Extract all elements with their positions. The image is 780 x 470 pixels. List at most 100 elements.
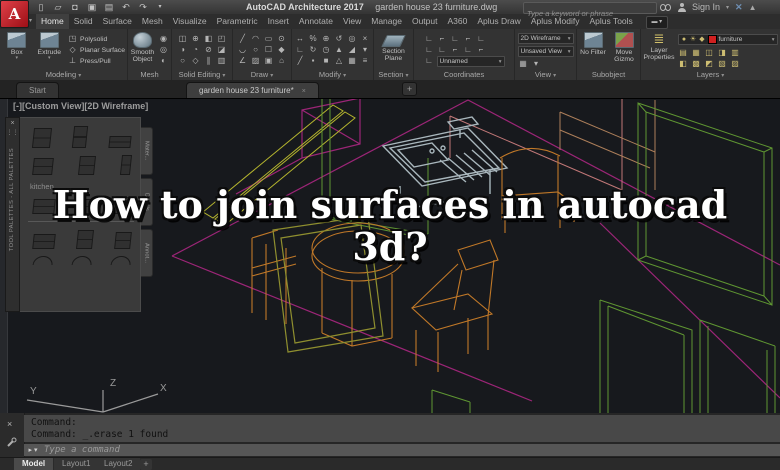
- tab-aplus-draw[interactable]: Aplus Draw: [472, 14, 525, 29]
- section-plane-button[interactable]: Section Plane: [378, 32, 409, 63]
- redo-icon[interactable]: ↷: [138, 1, 148, 13]
- layer-tool-icon[interactable]: ▧: [717, 59, 728, 69]
- palette-tab-materials[interactable]: Mater...: [141, 127, 153, 175]
- exchange-apps-icon[interactable]: ✕: [735, 2, 743, 13]
- subobject-panel-label[interactable]: Subobject: [577, 70, 640, 79]
- view-caret-icon[interactable]: ▾: [531, 59, 542, 69]
- press-pull-button[interactable]: ⊥ Press/Pull: [67, 56, 125, 66]
- modify-panel-label[interactable]: Modify ▾: [292, 70, 373, 79]
- ucs-tool-icon[interactable]: ∟: [424, 45, 435, 55]
- start-tab[interactable]: Start: [16, 82, 59, 98]
- visual-style-dropdown[interactable]: 2D Wireframe ▾: [517, 33, 574, 44]
- rectangle-icon[interactable]: ▭: [263, 34, 274, 44]
- tab-view[interactable]: View: [338, 14, 366, 29]
- palette-close-icon[interactable]: ×: [6, 120, 19, 128]
- tab-surface[interactable]: Surface: [98, 14, 137, 29]
- qat-customize-caret-icon[interactable]: ▾: [155, 1, 165, 13]
- draw-tool-icon[interactable]: ◡: [237, 45, 248, 55]
- palette-tool-cabinet2[interactable]: [76, 230, 94, 249]
- modify-caret-icon[interactable]: ▾: [360, 45, 371, 55]
- named-ucs-dropdown[interactable]: Unnamed ▾: [436, 56, 505, 67]
- ucs-tool-icon[interactable]: ∟: [424, 34, 435, 44]
- layer-tool-icon[interactable]: ◨: [717, 48, 728, 58]
- modify-tool-icon[interactable]: ╱: [295, 56, 306, 66]
- layout1-tab[interactable]: Layout1: [54, 458, 99, 470]
- hatch-icon[interactable]: ▨: [250, 56, 261, 66]
- tab-solid[interactable]: Solid: [69, 14, 98, 29]
- ucs-tool-icon[interactable]: ∟: [437, 45, 448, 55]
- scale-icon[interactable]: %: [308, 34, 319, 44]
- tab-parametric[interactable]: Parametric: [212, 14, 263, 29]
- search-input[interactable]: [524, 8, 656, 19]
- ucs-tool-icon[interactable]: ⌐: [437, 34, 448, 44]
- palette-tool-wardrobe[interactable]: [32, 199, 56, 214]
- modify-tool-icon[interactable]: ◎: [347, 34, 358, 44]
- erase-icon[interactable]: ×: [360, 34, 371, 44]
- open-icon[interactable]: ▱: [53, 1, 63, 13]
- layer-tool-icon[interactable]: ◫: [704, 48, 715, 58]
- solid-subtract-icon[interactable]: ⊕: [190, 34, 201, 44]
- command-input[interactable]: [42, 444, 780, 456]
- palette-tool-stool[interactable]: [77, 199, 93, 214]
- saved-view-dropdown[interactable]: Unsaved View ▾: [517, 46, 574, 57]
- draw-tool-icon[interactable]: ∠: [237, 56, 248, 66]
- layer-properties-button[interactable]: ≣ Layer Properties: [644, 32, 675, 62]
- solid-intersect-icon[interactable]: ◧: [203, 34, 214, 44]
- fillet-icon[interactable]: ◢: [347, 45, 358, 55]
- search-binoculars-icon[interactable]: [660, 3, 671, 11]
- ucs-tool-icon[interactable]: ⌐: [463, 34, 474, 44]
- layer-tool-icon[interactable]: ◧: [678, 59, 689, 69]
- coordinates-panel-label[interactable]: Coordinates: [414, 70, 514, 79]
- palette-tool-arc2[interactable]: [71, 256, 93, 265]
- modify-tool-icon[interactable]: ≡: [360, 56, 371, 66]
- modify-tool-icon[interactable]: ◷: [321, 45, 332, 55]
- mesh-tool-icon[interactable]: ◐: [158, 56, 169, 66]
- solid-tool-icon[interactable]: ◔: [190, 45, 201, 55]
- view-panel-label[interactable]: View ▾: [515, 70, 576, 79]
- command-options-icon[interactable]: ▸ ▾: [24, 446, 42, 454]
- layout2-tab[interactable]: Layout2: [96, 458, 141, 470]
- help-search[interactable]: [523, 2, 657, 19]
- layer-tool-icon[interactable]: ▥: [730, 48, 741, 58]
- solid-tool-icon[interactable]: ○: [177, 56, 188, 66]
- layer-tool-icon[interactable]: ▨: [730, 59, 741, 69]
- viewport-menu-control[interactable]: [-]: [13, 101, 22, 111]
- tab-mesh[interactable]: Mesh: [137, 14, 168, 29]
- view-control[interactable]: [Custom View]: [22, 101, 84, 111]
- line-icon[interactable]: ╱: [237, 34, 248, 44]
- palette-tool-armchair[interactable]: [114, 232, 132, 249]
- palette-tool-arc1[interactable]: [32, 256, 54, 265]
- solid-tool-icon[interactable]: ▥: [216, 56, 227, 66]
- tab-manage[interactable]: Manage: [366, 14, 407, 29]
- ucs-tool-icon[interactable]: ∟: [463, 45, 474, 55]
- extrude-button[interactable]: Extrude ▾: [35, 32, 65, 62]
- close-tab-icon[interactable]: ×: [302, 88, 306, 95]
- viewport-config-icon[interactable]: ▦: [518, 59, 529, 69]
- palette-grip-icon[interactable]: ⋮⋮: [6, 130, 19, 137]
- palette-tool-chair[interactable]: [114, 197, 132, 214]
- palette-title-spine[interactable]: × ⋮⋮ TOOL PALETTES - ALL PALETTES: [5, 117, 20, 312]
- layer-tool-icon[interactable]: ▩: [691, 59, 702, 69]
- palette-tool-sofa[interactable]: [32, 234, 56, 249]
- move-gizmo-button[interactable]: Move Gizmo: [610, 32, 638, 64]
- command-customize-wrench-icon[interactable]: [6, 435, 17, 453]
- solid-tool-icon[interactable]: ◑: [177, 45, 188, 55]
- mirror-icon[interactable]: ↻: [308, 45, 319, 55]
- palette-tool-tall-cabinet[interactable]: [71, 126, 89, 148]
- ucs-tool-icon[interactable]: ∟: [476, 34, 487, 44]
- new-icon[interactable]: ▯: [36, 1, 46, 13]
- layer-tool-icon[interactable]: ▤: [678, 48, 689, 58]
- solid-tool-icon[interactable]: ◇: [190, 56, 201, 66]
- palette-tab-annotation[interactable]: Annot...: [141, 229, 153, 277]
- new-drawing-tab-button[interactable]: +: [402, 82, 417, 96]
- palette-tab-details[interactable]: Details: [141, 178, 153, 226]
- palette-tool-counter[interactable]: [108, 136, 132, 148]
- draw-tool-icon[interactable]: ☐: [263, 45, 274, 55]
- plot-icon[interactable]: ▤: [104, 1, 114, 13]
- layers-panel-label[interactable]: Layers ▾: [641, 70, 780, 79]
- draw-tool-icon[interactable]: ○: [250, 45, 261, 55]
- ucs-tool-icon[interactable]: ⌐: [476, 45, 487, 55]
- save-icon[interactable]: ◘: [70, 1, 80, 13]
- sign-in-button[interactable]: Sign In: [692, 2, 720, 12]
- move-icon[interactable]: ↔: [295, 34, 306, 44]
